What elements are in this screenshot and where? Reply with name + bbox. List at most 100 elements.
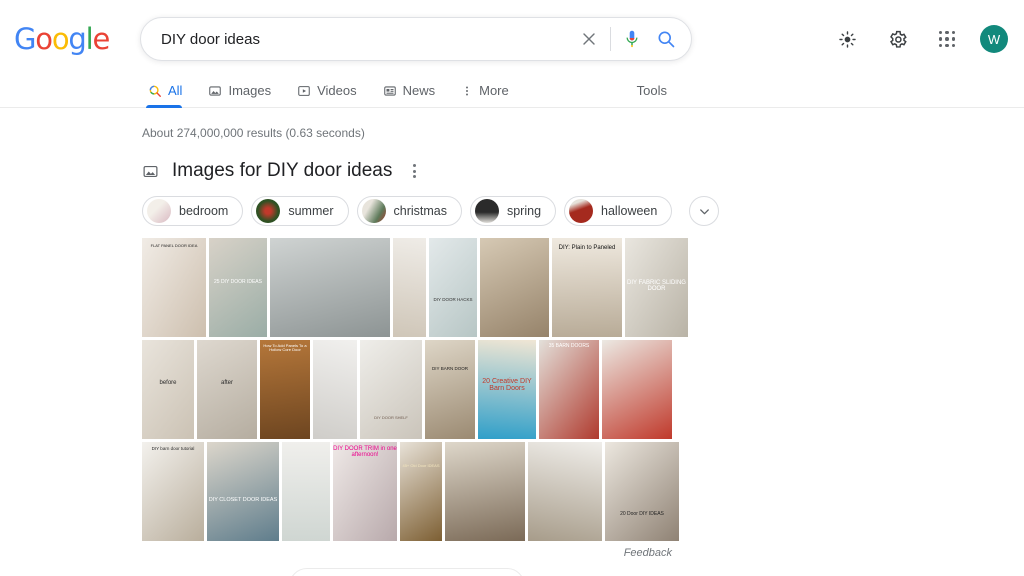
tab-all[interactable]: All — [146, 83, 196, 108]
thumbnail-image — [400, 442, 442, 541]
search-submit-icon[interactable] — [649, 22, 683, 56]
clear-search-button[interactable] — [572, 22, 606, 56]
thumbnail-image — [605, 442, 679, 541]
image-grid-row: before after How To Add Panels To a Hollow… — [142, 340, 672, 439]
view-all-button[interactable]: View all — [289, 568, 525, 576]
chip-spring[interactable]: spring — [469, 196, 557, 226]
image-grid-row: FLAT PANEL DOOR IDEA 25 DIY DOOR IDEAS DIY… — [142, 238, 688, 337]
thumbnail-image — [142, 442, 204, 541]
image-result-thumbnail[interactable]: DIY FABRIC SLIDING DOOR — [625, 238, 688, 337]
thumbnail-image — [425, 340, 475, 439]
thumbnail-image — [270, 238, 390, 337]
more-dots-icon — [461, 84, 473, 98]
search-tabs: All Images Videos News More Tools — [0, 78, 1024, 108]
results-content: About 274,000,000 results (0.63 seconds)… — [0, 108, 1024, 576]
image-result-thumbnail[interactable] — [282, 442, 330, 541]
chip-halloween[interactable]: halloween — [564, 196, 673, 226]
chip-thumbnail — [361, 199, 386, 223]
thumbnail-image — [429, 238, 477, 337]
page-title: Images for DIY door ideas — [172, 160, 393, 181]
brightness-icon[interactable] — [830, 22, 864, 56]
image-grid-row: DIY barn door tutorial DIY CLOSET DOOR ID… — [142, 442, 679, 541]
search-bar[interactable] — [140, 17, 692, 61]
chip-thumbnail — [256, 199, 281, 223]
video-icon — [297, 84, 311, 98]
image-result-thumbnail[interactable]: DIY barn door tutorial — [142, 442, 204, 541]
logo-letter: o — [51, 21, 70, 56]
logo-letter: o — [35, 21, 53, 56]
chip-christmas[interactable]: christmas — [356, 196, 462, 226]
image-result-thumbnail[interactable]: DIY DOOR SHELF — [360, 340, 422, 439]
thumbnail-image — [333, 442, 397, 541]
image-result-thumbnail[interactable] — [480, 238, 549, 337]
image-result-thumbnail[interactable]: DIY DOOR TRIM in one afternoon! — [333, 442, 397, 541]
thumbnail-image — [197, 340, 257, 439]
gear-icon[interactable] — [880, 22, 914, 56]
chevron-down-icon[interactable] — [689, 196, 720, 226]
chip-label: summer — [288, 204, 334, 218]
tab-label: All — [168, 83, 183, 98]
image-result-thumbnail[interactable]: FLAT PANEL DOOR IDEA — [142, 238, 206, 337]
tab-videos[interactable]: Videos — [297, 83, 371, 107]
tab-images[interactable]: Images — [208, 83, 285, 107]
chip-label: bedroom — [179, 204, 229, 218]
image-result-thumbnail[interactable]: 25 DIY DOOR IDEAS — [209, 238, 267, 337]
logo-letter: g — [68, 21, 86, 56]
chip-summer[interactable]: summer — [251, 196, 349, 226]
thumbnail-image — [142, 340, 194, 439]
image-result-thumbnail[interactable]: 45+ Old Door IDEAS — [400, 442, 442, 541]
image-icon — [142, 163, 159, 180]
image-result-thumbnail[interactable]: 20 Creative DIY Barn Doors — [478, 340, 536, 439]
tools-button[interactable]: Tools — [637, 83, 667, 98]
apps-grid-icon[interactable] — [930, 22, 964, 56]
avatar[interactable]: W — [980, 25, 1008, 53]
thumbnail-image — [625, 238, 688, 337]
image-result-thumbnail[interactable]: 35 BARN DOORS — [539, 340, 599, 439]
logo-letter: l — [85, 21, 94, 56]
thumbnail-image — [393, 238, 426, 337]
search-icon — [148, 84, 162, 98]
thumbnail-image — [142, 238, 206, 337]
image-result-thumbnail[interactable] — [393, 238, 426, 337]
tab-news[interactable]: News — [383, 83, 450, 107]
header-actions: W — [830, 0, 1008, 78]
logo-letter: e — [92, 21, 110, 56]
search-input[interactable] — [161, 30, 572, 48]
image-result-thumbnail[interactable]: after — [197, 340, 257, 439]
tab-label: News — [402, 83, 436, 98]
voice-search-icon[interactable] — [615, 22, 649, 56]
image-results-grid: FLAT PANEL DOOR IDEA 25 DIY DOOR IDEAS DIY… — [142, 238, 688, 541]
tab-label: Images — [228, 83, 272, 98]
images-block-header: Images for DIY door ideas — [142, 160, 1024, 182]
image-result-thumbnail[interactable]: DIY DOOR HACKS — [429, 238, 477, 337]
google-logo[interactable]: Google — [14, 21, 110, 56]
chip-label: halloween — [601, 204, 658, 218]
image-result-thumbnail[interactable]: DIY CLOSET DOOR IDEAS — [207, 442, 279, 541]
image-result-thumbnail[interactable] — [528, 442, 602, 541]
result-stats: About 274,000,000 results (0.63 seconds) — [142, 126, 365, 140]
image-result-thumbnail[interactable] — [313, 340, 357, 439]
thumbnail-image — [539, 340, 599, 439]
search-divider — [610, 27, 611, 51]
image-result-thumbnail[interactable]: DIY: Plain to Paneled — [552, 238, 622, 337]
tab-more[interactable]: More — [461, 83, 523, 107]
chip-thumbnail — [569, 199, 594, 223]
image-icon — [208, 84, 222, 98]
image-result-thumbnail[interactable]: DIY BARN DOOR — [425, 340, 475, 439]
image-result-thumbnail[interactable] — [270, 238, 390, 337]
image-result-thumbnail[interactable] — [602, 340, 672, 439]
image-result-thumbnail[interactable]: before — [142, 340, 194, 439]
image-result-thumbnail[interactable]: How To Add Panels To a Hollow Core Door — [260, 340, 310, 439]
overflow-menu-icon[interactable] — [405, 160, 424, 182]
image-result-thumbnail[interactable]: 20 Door DIY IDEAS — [605, 442, 679, 541]
tab-label: More — [479, 83, 509, 98]
chip-bedroom[interactable]: bedroom — [142, 196, 244, 226]
thumbnail-image — [480, 238, 549, 337]
feedback-link[interactable]: Feedback — [142, 547, 672, 559]
thumbnail-image — [313, 340, 357, 439]
thumbnail-image — [207, 442, 279, 541]
image-result-thumbnail[interactable] — [445, 442, 525, 541]
logo-letter: G — [14, 21, 36, 56]
thumbnail-image — [528, 442, 602, 541]
chip-label: christmas — [393, 204, 447, 218]
